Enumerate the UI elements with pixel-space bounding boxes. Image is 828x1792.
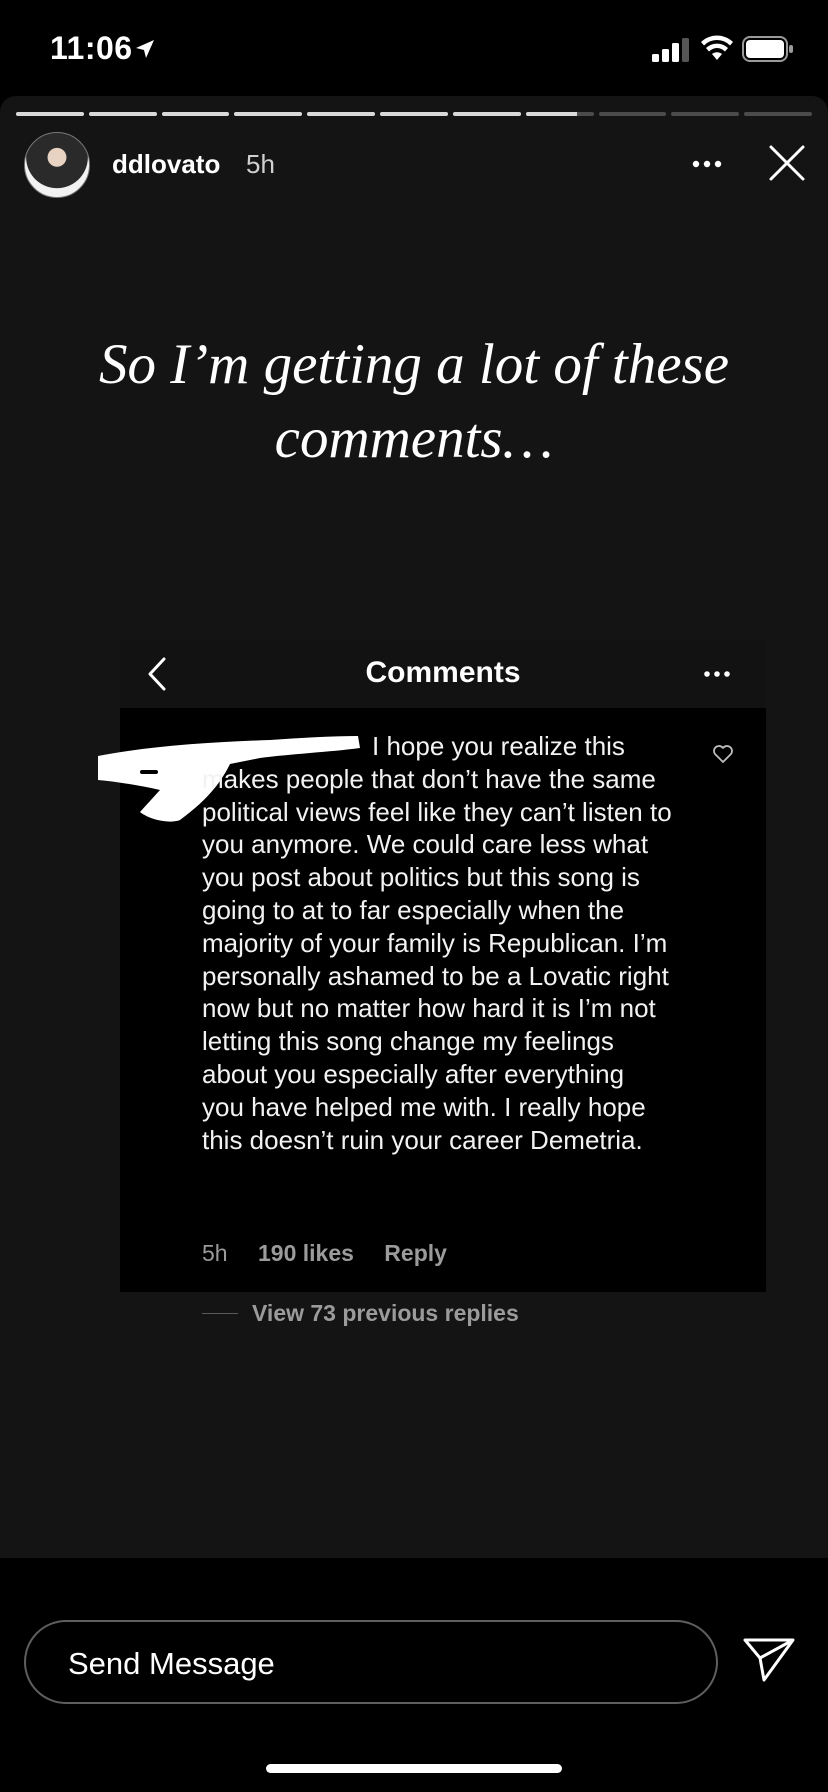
progress-segment: [598, 112, 667, 116]
story-headline: So I’m getting a lot of these comments…: [98, 333, 730, 470]
more-dots-icon[interactable]: [692, 160, 722, 168]
story-viewer[interactable]: ddlovato 5h So I’m getting a lot of thes…: [0, 96, 828, 1558]
progress-segment: [234, 112, 303, 116]
progress-segment: [671, 112, 740, 116]
comment-meta: 5h 190 likes Reply: [202, 1240, 471, 1267]
more-dots-icon: [704, 671, 730, 677]
cellular-signal-icon: [652, 38, 689, 62]
story-time-ago: 5h: [246, 149, 275, 179]
progress-segment: [161, 112, 230, 116]
story-progress-bar: [16, 112, 812, 116]
progress-fill: [161, 112, 230, 116]
progress-fill: [16, 112, 84, 116]
view-replies: View 73 previous replies: [202, 1300, 519, 1327]
progress-fill: [452, 112, 521, 116]
close-icon[interactable]: [768, 144, 806, 182]
comment-reply: Reply: [384, 1240, 447, 1266]
progress-segment: [452, 112, 521, 116]
progress-segment: [525, 112, 594, 116]
progress-fill: [88, 112, 157, 116]
battery-icon: [742, 36, 793, 62]
progress-segment: [307, 112, 376, 116]
comments-header: Comments: [120, 640, 766, 708]
comment-time: 5h: [202, 1240, 228, 1266]
send-message-placeholder: Send Message: [68, 1646, 275, 1681]
progress-fill: [525, 112, 577, 116]
status-time: 11:06: [50, 30, 133, 66]
progress-segment: [16, 112, 84, 116]
comment-text: I hope you realize this makes people tha…: [202, 731, 672, 1155]
progress-fill: [234, 112, 303, 116]
progress-segment: [88, 112, 157, 116]
embedded-comments-screenshot: Comments I hope you realize this makes p…: [98, 640, 766, 1326]
progress-fill: [380, 112, 448, 116]
heart-icon: [713, 745, 733, 763]
progress-segment: [744, 112, 812, 116]
story-username[interactable]: ddlovato: [112, 149, 220, 180]
send-message-input[interactable]: Send Message: [24, 1620, 718, 1704]
progress-segment: [380, 112, 448, 116]
comment-likes: 190 likes: [257, 1240, 354, 1266]
home-indicator[interactable]: [266, 1764, 562, 1773]
comments-title: Comments: [365, 656, 521, 689]
view-replies-label: View 73 previous replies: [252, 1300, 519, 1326]
wifi-icon: [701, 35, 733, 60]
location-arrow-icon: [136, 40, 154, 58]
progress-fill: [307, 112, 376, 116]
divider: [202, 1313, 238, 1314]
paper-plane-icon[interactable]: [742, 1636, 796, 1684]
avatar[interactable]: [24, 132, 90, 198]
status-bar: 11:06: [0, 0, 828, 96]
